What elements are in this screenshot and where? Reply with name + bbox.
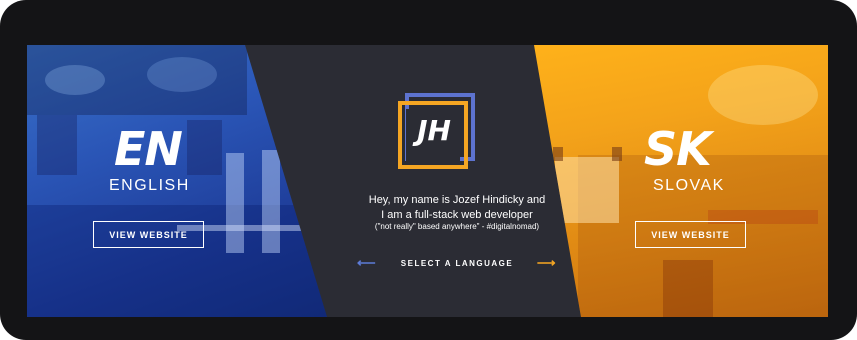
logo-text: JH xyxy=(417,114,451,147)
intro-line-2: I am a full-stack web developer xyxy=(381,209,533,221)
castle-tower xyxy=(612,147,622,161)
castle-tower xyxy=(553,147,563,161)
english-view-website-button[interactable]: VIEW WEBSITE xyxy=(93,221,204,248)
language-selector: ⟵ SELECT A LANGUAGE ⟶ xyxy=(357,255,557,271)
intro-line-1: Hey, my name is Jozef Hindicky and xyxy=(368,194,546,206)
english-panel[interactable]: EN ENGLISH VIEW WEBSITE xyxy=(27,45,327,317)
english-code: EN xyxy=(114,122,183,176)
screen: EN ENGLISH VIEW WEBSITE SK SLOVAK VIEW W… xyxy=(27,45,828,317)
select-language-label: SELECT A LANGUAGE xyxy=(400,258,514,268)
slovak-panel[interactable]: SK SLOVAK VIEW WEBSITE xyxy=(534,45,828,317)
tagline: ("not really" based anywhere" - #digital… xyxy=(374,222,540,231)
logo: JH xyxy=(397,93,477,169)
arrow-left-icon[interactable]: ⟵ xyxy=(357,255,377,271)
slovak-code: SK xyxy=(644,122,712,176)
arrow-right-icon[interactable]: ⟶ xyxy=(537,255,557,271)
slovak-view-website-button[interactable]: VIEW WEBSITE xyxy=(635,221,746,248)
bridge-tower-left xyxy=(226,153,244,253)
english-label: ENGLISH xyxy=(109,177,190,194)
church xyxy=(663,260,713,317)
slovak-label: SLOVAK xyxy=(653,177,725,194)
bridge-tower-right xyxy=(262,150,280,253)
